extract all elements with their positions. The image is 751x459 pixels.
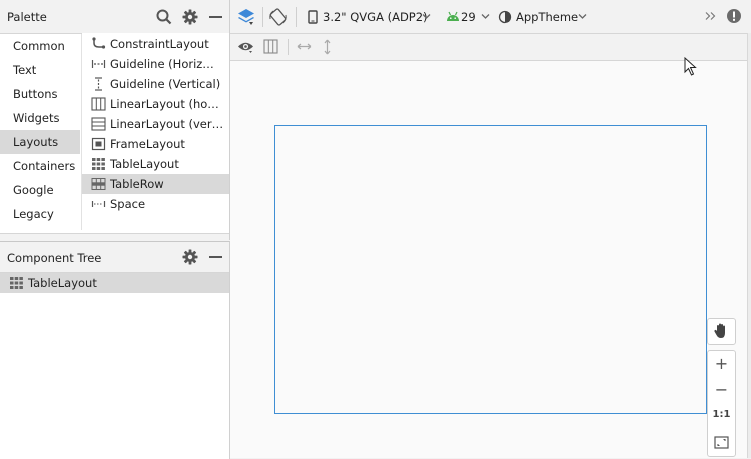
- hand-icon: [713, 322, 730, 340]
- widget-frame-layout[interactable]: FrameLayout: [82, 134, 229, 154]
- orientation-icon[interactable]: [268, 7, 288, 27]
- widget-table-row[interactable]: TableRow: [82, 174, 229, 194]
- device-screen-preview[interactable]: [274, 125, 707, 414]
- layers-icon[interactable]: [236, 7, 256, 27]
- component-tree-title: Component Tree: [7, 251, 102, 265]
- zoom-controls: + − 1:1: [707, 350, 736, 457]
- zoom-in-button[interactable]: +: [708, 354, 735, 373]
- theme-icon: [498, 10, 512, 24]
- frame-layout-icon: [91, 137, 106, 151]
- category-label: Text: [13, 63, 37, 77]
- palette-category-list: Common Text Buttons Widgets Layouts Cont…: [0, 34, 82, 230]
- eye-icon[interactable]: [237, 39, 254, 54]
- zoom-out-button[interactable]: −: [708, 380, 735, 399]
- table-layout-icon: [91, 157, 106, 171]
- theme-selector[interactable]: AppTheme: [498, 0, 590, 33]
- linear-layout-vertical-icon: [91, 117, 106, 131]
- palette-panel: Palette Common Text Buttons Widgets Layo…: [0, 0, 230, 242]
- minimize-icon[interactable]: [207, 8, 225, 26]
- palette-widget-list: ConstraintLayout Guideline (Horiz… Guide…: [82, 33, 229, 233]
- device-selector[interactable]: 3.2" QVGA (ADP2): [306, 0, 432, 33]
- design-toolbar: 3.2" QVGA (ADP2) 29 AppTheme: [230, 0, 751, 34]
- fit-screen-icon[interactable]: [714, 436, 729, 449]
- expand-vertical-icon[interactable]: [322, 39, 333, 55]
- android-icon: [446, 11, 460, 22]
- category-widgets[interactable]: Widgets: [0, 106, 80, 130]
- widget-guideline-vertical[interactable]: Guideline (Vertical): [82, 74, 229, 94]
- category-label: Containers: [13, 159, 76, 173]
- search-icon[interactable]: [155, 8, 173, 26]
- widget-space[interactable]: Space: [82, 194, 229, 214]
- widget-linear-layout-horizontal[interactable]: LinearLayout (ho…: [82, 94, 229, 114]
- api-level-label: 29: [461, 10, 476, 24]
- toolbar-separator: [296, 7, 297, 27]
- table-layout-icon: [9, 276, 24, 290]
- space-icon: [91, 197, 106, 211]
- toolbar-separator: [288, 39, 289, 55]
- widget-label: Space: [110, 197, 146, 211]
- warning-icon[interactable]: [726, 8, 742, 24]
- phone-icon: [308, 10, 318, 24]
- component-tree-header: Component Tree: [0, 242, 229, 273]
- linear-layout-horizontal-icon: [91, 97, 106, 111]
- chevron-down-icon: [481, 13, 490, 20]
- component-tree-panel: Component Tree TableLayout: [0, 241, 230, 459]
- palette-title: Palette: [7, 10, 47, 24]
- theme-label: AppTheme: [516, 10, 579, 24]
- constraint-layout-icon: [91, 37, 106, 51]
- widget-label: Guideline (Horiz…: [110, 57, 214, 71]
- category-legacy[interactable]: Legacy: [0, 202, 80, 226]
- category-containers[interactable]: Containers: [0, 154, 80, 178]
- view-options-toolbar: [230, 34, 751, 61]
- category-label: Google: [13, 183, 54, 197]
- overflow-chevron-icon[interactable]: [705, 11, 717, 21]
- guideline-vertical-icon: [91, 77, 106, 91]
- category-buttons[interactable]: Buttons: [0, 82, 80, 106]
- widget-label: FrameLayout: [110, 137, 185, 151]
- chevron-down-icon: [422, 13, 431, 20]
- gear-icon[interactable]: [181, 8, 199, 26]
- category-label: Legacy: [13, 207, 54, 221]
- widget-linear-layout-vertical[interactable]: LinearLayout (ver…: [82, 114, 229, 134]
- widget-label: TableRow: [110, 177, 164, 191]
- category-label: Buttons: [13, 87, 58, 101]
- right-scroll-edge[interactable]: [747, 33, 751, 458]
- toolbar-separator: [262, 7, 263, 27]
- device-label: 3.2" QVGA (ADP2): [323, 10, 428, 24]
- api-level-selector[interactable]: 29: [444, 0, 490, 33]
- tree-node-table-layout[interactable]: TableLayout: [0, 273, 229, 293]
- category-label: Widgets: [13, 111, 60, 125]
- gear-icon[interactable]: [181, 248, 199, 266]
- widget-label: Guideline (Vertical): [110, 77, 221, 91]
- category-layouts[interactable]: Layouts: [0, 130, 80, 154]
- category-label: Common: [13, 39, 65, 53]
- pan-button[interactable]: [707, 318, 736, 345]
- category-text[interactable]: Text: [0, 58, 80, 82]
- minimize-icon[interactable]: [207, 248, 225, 266]
- table-row-icon: [91, 177, 106, 191]
- category-label: Layouts: [13, 135, 59, 149]
- tree-node-label: TableLayout: [28, 276, 97, 290]
- category-common[interactable]: Common: [0, 34, 80, 58]
- widget-label: LinearLayout (ver…: [110, 117, 224, 131]
- category-google[interactable]: Google: [0, 178, 80, 202]
- widget-label: ConstraintLayout: [110, 37, 209, 51]
- chevron-down-icon: [578, 13, 587, 20]
- expand-horizontal-icon[interactable]: [297, 40, 312, 53]
- widget-label: LinearLayout (ho…: [110, 97, 219, 111]
- palette-header: Palette: [0, 0, 229, 34]
- actual-size-button[interactable]: 1:1: [708, 409, 735, 420]
- widget-guideline-horizontal[interactable]: Guideline (Horiz…: [82, 54, 229, 74]
- widget-table-layout[interactable]: TableLayout: [82, 154, 229, 174]
- mouse-cursor-icon: [684, 57, 698, 77]
- widget-constraint-layout[interactable]: ConstraintLayout: [82, 34, 229, 54]
- blueprint-icon[interactable]: [263, 39, 278, 54]
- widget-label: TableLayout: [110, 157, 179, 171]
- guideline-horizontal-icon: [91, 57, 106, 71]
